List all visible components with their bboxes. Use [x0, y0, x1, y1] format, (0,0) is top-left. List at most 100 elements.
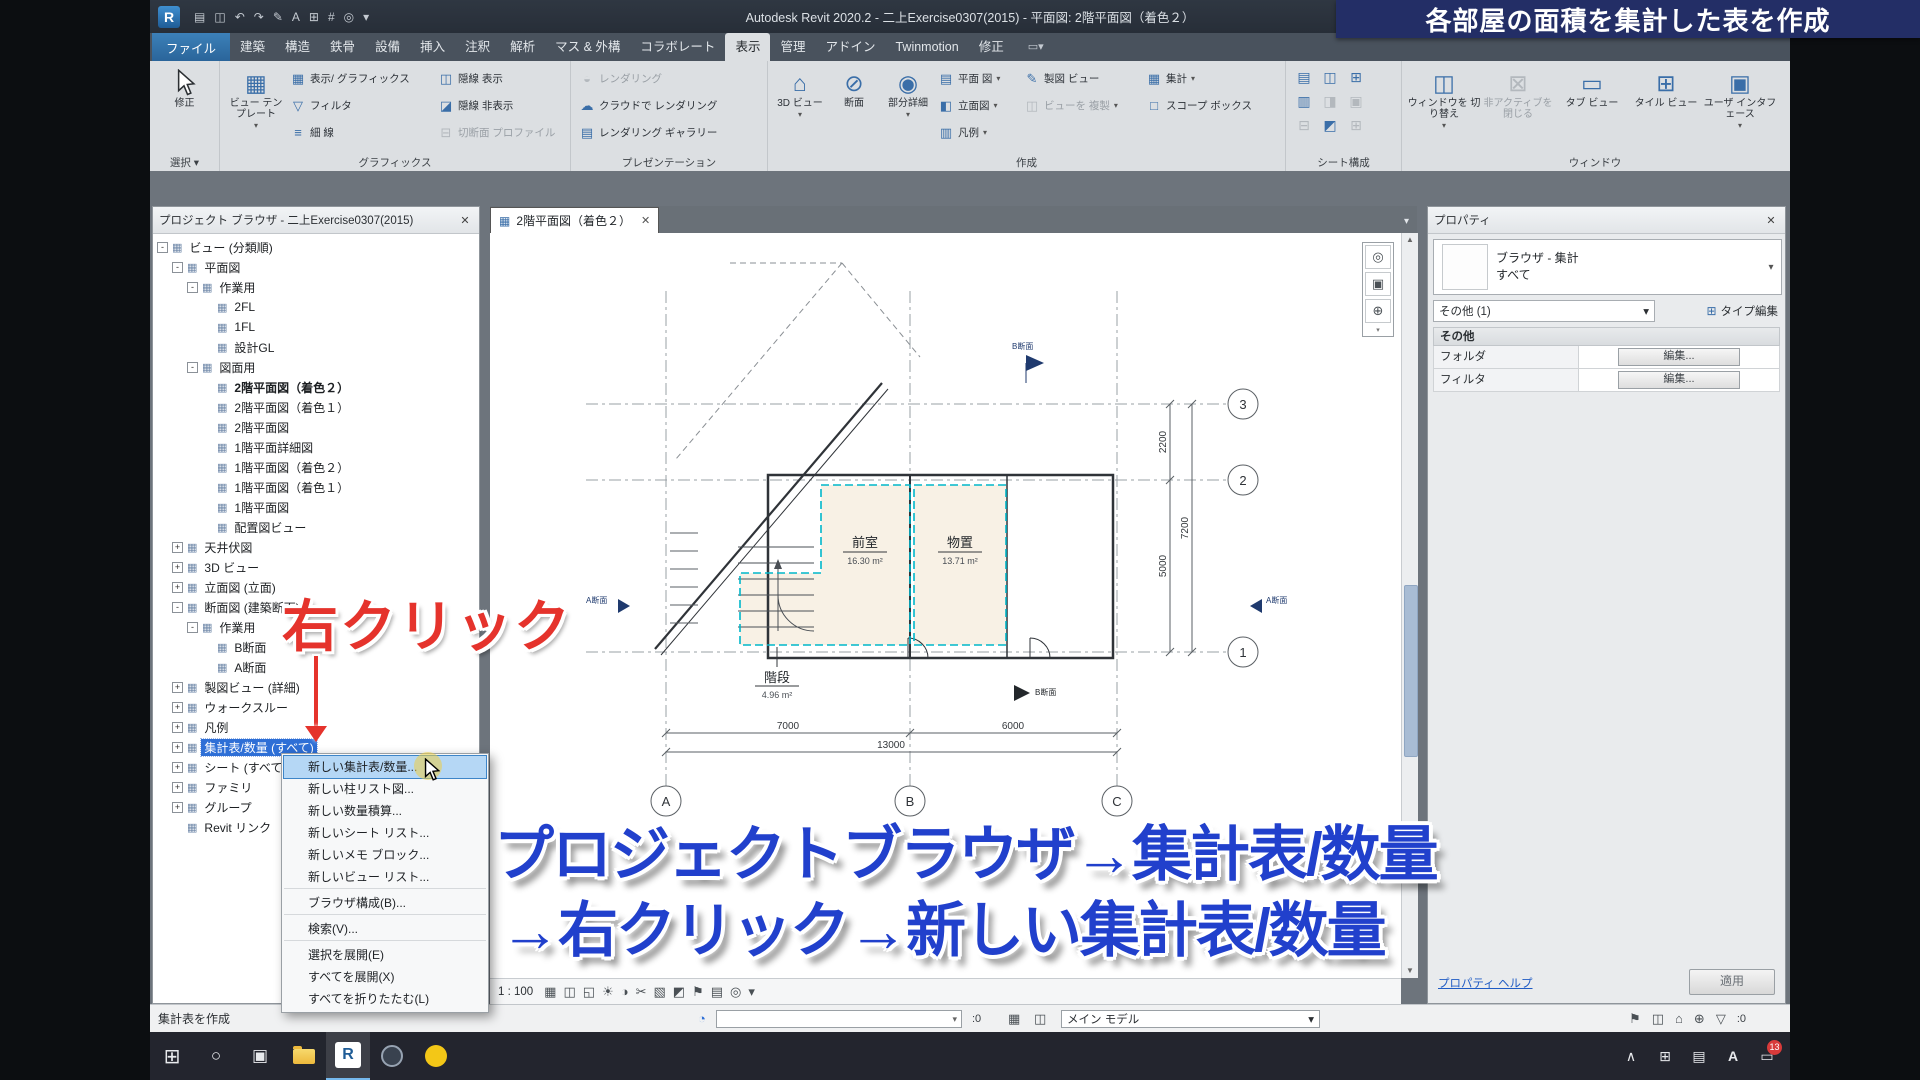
- workset-combo[interactable]: ▾: [716, 1010, 962, 1028]
- context-menu-item[interactable]: 新しいビュー リスト...: [284, 866, 486, 889]
- tree-expand-toggle[interactable]: +: [172, 762, 183, 773]
- tree-expand-toggle[interactable]: +: [172, 702, 183, 713]
- scroll-up-icon[interactable]: ▲: [1402, 233, 1418, 247]
- status-filter-icon[interactable]: ⊕: [1694, 1005, 1705, 1033]
- ribbon-small-button[interactable]: ▥ 凡例 ▾: [935, 119, 1021, 146]
- view-control-icon[interactable]: ◱: [583, 984, 595, 1000]
- ribbon-small-button[interactable]: ⊟ 切断面 プロファイル: [435, 119, 565, 146]
- ime-mode[interactable]: A: [1718, 1032, 1748, 1080]
- design-option-combo[interactable]: メイン モデル ▾: [1061, 1010, 1320, 1028]
- view-control-icon[interactable]: ◎: [730, 984, 741, 1000]
- edit-button[interactable]: 編集...: [1618, 348, 1740, 366]
- tree-item[interactable]: ▦ 1FL: [153, 317, 479, 337]
- sheet-tool-icon[interactable]: ▤: [1291, 65, 1317, 89]
- properties-section-header[interactable]: その他: [1433, 327, 1780, 346]
- task-view-icon[interactable]: ▣: [238, 1032, 282, 1080]
- sheet-tool-icon[interactable]: ◨: [1317, 89, 1343, 113]
- edit-type-button[interactable]: ⊞ タイプ編集: [1706, 303, 1780, 319]
- tree-expand-toggle[interactable]: +: [172, 742, 183, 753]
- ribbon-tab[interactable]: 鉄骨: [320, 33, 365, 61]
- ribbon-small-button[interactable]: ▦ 表示/ グラフィックス: [287, 65, 435, 92]
- quick-access-icon[interactable]: ↶: [235, 10, 245, 24]
- ribbon-small-button[interactable]: ▦ 集計 ▾: [1143, 65, 1269, 92]
- ribbon-tab[interactable]: 解析: [500, 33, 545, 61]
- nav-tool-icon[interactable]: ◎: [1365, 245, 1391, 269]
- quick-access-icon[interactable]: ▤: [194, 10, 205, 24]
- ribbon-small-button[interactable]: ≡ 細 線: [287, 119, 435, 146]
- view-template-button[interactable]: ▦ ビュー テンプレート ▾: [225, 65, 287, 149]
- context-menu-item[interactable]: 新しい柱リスト図...: [284, 778, 486, 800]
- type-selector[interactable]: ブラウザ - 集計 すべて ▾: [1433, 239, 1782, 295]
- tree-expand-toggle[interactable]: +: [172, 562, 183, 573]
- tree-item[interactable]: ▦ 配置図ビュー: [153, 517, 479, 537]
- canvas-vertical-scrollbar[interactable]: ▲ ▼: [1401, 233, 1418, 978]
- tree-item[interactable]: ▦ 1階平面図: [153, 497, 479, 517]
- quick-access-icon[interactable]: #: [328, 10, 335, 24]
- tree-item[interactable]: ▦ 2FL: [153, 297, 479, 317]
- tree-item[interactable]: - ▦ 平面図: [153, 257, 479, 277]
- modify-button[interactable]: 修正: [157, 65, 213, 149]
- tree-expand-toggle[interactable]: -: [187, 282, 198, 293]
- tree-item[interactable]: - ▦ ビュー (分類順): [153, 237, 479, 257]
- tree-item[interactable]: ▦ 2階平面図: [153, 417, 479, 437]
- start-button[interactable]: ⊞: [150, 1032, 194, 1080]
- ribbon-display-options-icon[interactable]: ▭▾: [1028, 33, 1044, 61]
- properties-help-link[interactable]: プロパティ ヘルプ: [1438, 975, 1533, 991]
- tree-item[interactable]: - ▦ 断面図 (建築断面): [153, 597, 479, 617]
- ribbon-tab[interactable]: Twinmotion: [885, 33, 968, 61]
- ribbon-tab[interactable]: 建築: [230, 33, 275, 61]
- tab-file[interactable]: ファイル: [152, 33, 230, 61]
- tree-expand-toggle[interactable]: -: [172, 602, 183, 613]
- ribbon-small-button[interactable]: ◧ 立面図 ▾: [935, 92, 1021, 119]
- scroll-down-icon[interactable]: ▼: [1402, 964, 1418, 978]
- close-view-icon[interactable]: ✕: [641, 214, 650, 227]
- nav-tool-icon[interactable]: ⊕: [1365, 299, 1391, 323]
- view-control-icon[interactable]: ☀: [602, 984, 614, 1000]
- context-menu-item[interactable]: すべてを展開(X): [284, 966, 486, 988]
- view-control-icon[interactable]: ◩: [673, 984, 685, 1000]
- properties-filter-combo[interactable]: その他 (1) ▾: [1433, 300, 1655, 322]
- view-control-icon[interactable]: ◫: [563, 984, 575, 1000]
- sheet-tool-icon[interactable]: ⊞: [1343, 65, 1369, 89]
- notification-icon[interactable]: ▭ 13: [1752, 1032, 1782, 1080]
- tree-expand-toggle[interactable]: +: [172, 582, 183, 593]
- quick-access-icon[interactable]: ⊞: [309, 10, 319, 24]
- view-control-icon[interactable]: ⚑: [692, 984, 704, 1000]
- ribbon-tab[interactable]: コラボレート: [630, 33, 725, 61]
- ribbon-big-button[interactable]: ◫ ウィンドウを 切り替え ▾: [1407, 65, 1481, 149]
- ribbon-big-button[interactable]: ⊠ 非アクティブを 閉じる: [1481, 65, 1555, 149]
- tree-item[interactable]: - ▦ 図面用: [153, 357, 479, 377]
- tree-item[interactable]: + ▦ 立面図 (立面): [153, 577, 479, 597]
- ribbon-big-button[interactable]: ⌂ 3D ビュー ▾: [773, 65, 827, 149]
- sheet-tool-icon[interactable]: ◫: [1317, 65, 1343, 89]
- properties-header[interactable]: プロパティ ✕: [1428, 207, 1785, 234]
- ribbon-small-button[interactable]: □ スコープ ボックス: [1143, 92, 1269, 119]
- quick-access-icon[interactable]: ▾: [363, 10, 369, 24]
- ribbon-tab[interactable]: 構造: [275, 33, 320, 61]
- close-icon[interactable]: ✕: [1763, 214, 1779, 227]
- view-list-caret-icon[interactable]: ▾: [1404, 216, 1409, 227]
- ribbon-big-button[interactable]: ▭ タブ ビュー: [1555, 65, 1629, 149]
- view-scale[interactable]: 1 : 100: [498, 986, 533, 998]
- ribbon-tab[interactable]: アドイン: [815, 33, 885, 61]
- tree-item[interactable]: ▦ B断面: [153, 637, 479, 657]
- tree-expand-toggle[interactable]: -: [187, 362, 198, 373]
- ribbon-small-button[interactable]: ▤ レンダリング ギャラリー: [576, 119, 762, 146]
- context-menu-item[interactable]: 新しいシート リスト...: [284, 822, 486, 844]
- ribbon-small-button[interactable]: ◫ 隠線 表示: [435, 65, 565, 92]
- taskbar-revit-icon[interactable]: R: [326, 1032, 370, 1080]
- nav-caret-icon[interactable]: ▾: [1376, 326, 1380, 334]
- quick-access-icon[interactable]: ◎: [344, 10, 354, 24]
- status-filter-icon[interactable]: ◫: [1652, 1005, 1664, 1033]
- quick-access-icon[interactable]: A: [292, 10, 300, 24]
- context-menu-item[interactable]: 検索(V)...: [284, 918, 486, 941]
- tree-item[interactable]: ▦ 設計GL: [153, 337, 479, 357]
- status-filter-icon[interactable]: ⚑: [1629, 1005, 1641, 1033]
- floor-plan-drawing[interactable]: 前室 16.30 m² 物置 13.71 m² 階段 4.96 m² 7000 …: [490, 233, 1401, 978]
- view-control-icon[interactable]: ◑: [621, 984, 629, 1000]
- taskbar-app2-icon[interactable]: [414, 1032, 458, 1080]
- ribbon-tab[interactable]: 表示: [725, 33, 770, 61]
- quick-access-icon[interactable]: ◫: [214, 10, 225, 24]
- context-menu-item[interactable]: ブラウザ構成(B)...: [284, 892, 486, 915]
- ribbon-big-button[interactable]: ⊞ タイル ビュー: [1629, 65, 1703, 149]
